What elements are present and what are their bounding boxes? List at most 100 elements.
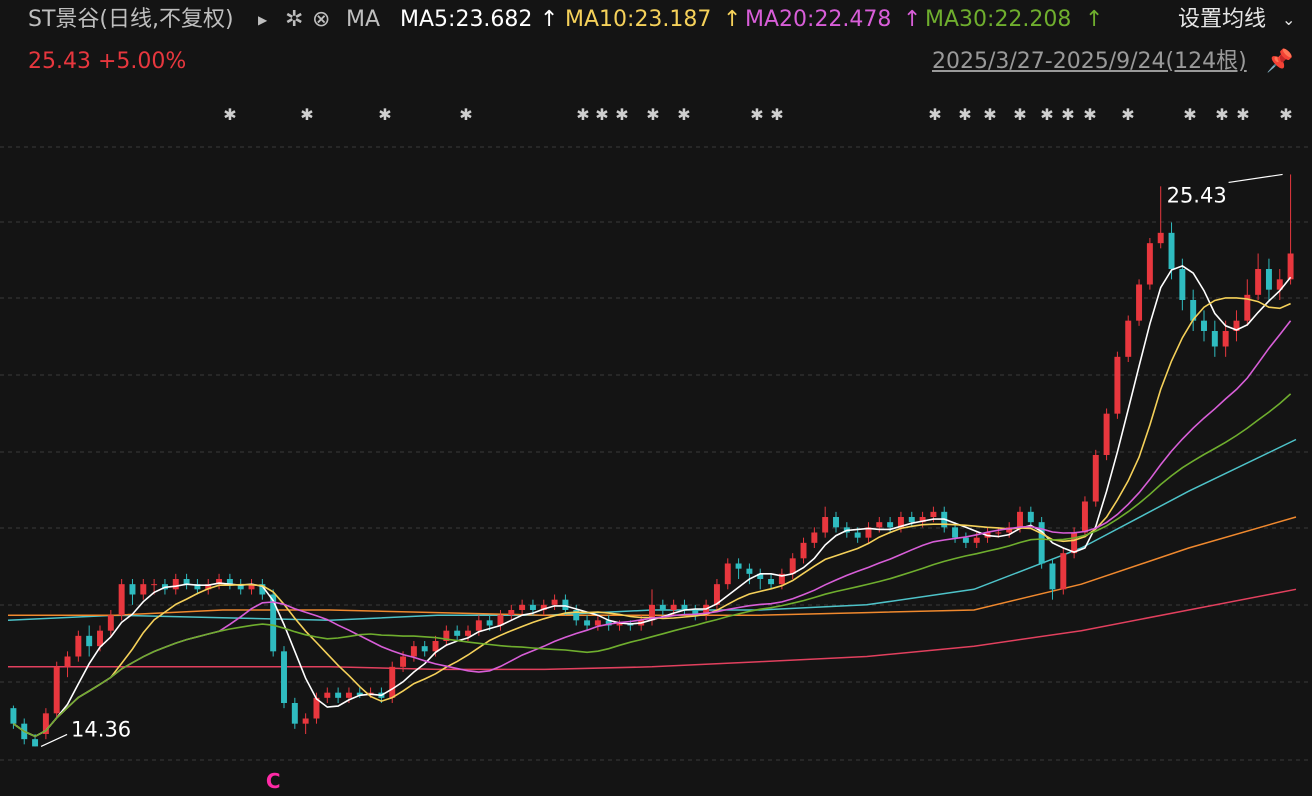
event-marker-icon: ✱ [1121,105,1134,124]
candle-body [53,666,60,714]
event-marker-icon: ✱ [958,105,971,124]
min-arrow [40,733,68,747]
candle-body [822,517,829,533]
event-marker-icon: ✱ [1215,105,1228,124]
candle-body [400,656,407,667]
event-marker-icon: ✱ [223,105,236,124]
candle-body [432,641,439,652]
candles [10,174,1294,747]
long-moving-averages [7,438,1297,671]
candle-body [64,656,71,667]
candle-body [86,635,93,647]
candle-body [1211,331,1218,347]
candle-body [1092,455,1099,502]
candle-body [952,527,959,538]
event-marker-icon: ✱ [646,105,659,124]
candle-body [1179,269,1186,300]
candle-body [324,692,331,698]
candle-body [281,651,287,703]
candle-body [475,620,482,631]
candle-body [1049,563,1056,590]
candle-body [833,517,839,528]
max-arrow [1228,173,1283,184]
event-marker-icon: ✱ [770,105,783,124]
candle-body [1081,501,1088,533]
candle-body [1125,320,1132,357]
candle-body [291,703,298,724]
event-marker-icon: ✱ [300,105,313,124]
candle-body [1287,253,1294,280]
candle-body [908,517,915,523]
event-marker-icon: ✱ [378,105,391,124]
candle-body [1146,243,1153,285]
moving-averages [12,265,1292,738]
candle-body [335,692,342,698]
candle-body [32,739,39,747]
candle-body [486,620,493,626]
candle-body [584,620,591,626]
candle-body [118,584,125,616]
event-marker-icon: ✱ [677,105,690,124]
candle-body [1157,232,1164,244]
event-marker-icon: ✱ [1279,105,1292,124]
candle-body [75,635,82,657]
candle-body [151,584,158,586]
candle-body [811,532,818,543]
candle-body [410,646,417,657]
event-marker-icon: ✱ [928,105,941,124]
candle-body [1255,269,1262,295]
candle-body [800,542,807,559]
event-marker-icon: ✱ [1083,105,1096,124]
candle-body [454,630,461,636]
candle-body [670,604,677,610]
candle-body [887,522,894,528]
candle-body [302,718,309,724]
candle-body [1071,532,1078,554]
candle-body [129,584,136,595]
event-marker-icon: ✱ [1013,105,1026,124]
grid-lines [0,146,1312,761]
candle-body [1017,511,1023,528]
ma30-line [12,393,1292,738]
candlestick-chart[interactable]: ✱ ✱ ✱ ✱ ✱ ✱ ✱ ✱ ✱ ✱ ✱ ✱ ✱ ✱ ✱ ✱ ✱ ✱ ✱ ✱ ✱ ✱ ✱ 25.43 14.36 C [0,0,1312,796]
event-marker-icon: ✱ [615,105,628,124]
max-price-label: 25.43 [1167,183,1227,207]
event-marker-icon: ✱ [576,105,589,124]
candle-body [1114,356,1121,414]
event-marker-icon: ✱ [595,105,608,124]
candle-body [735,563,742,569]
event-marker-c: C [266,769,281,793]
candle-body [562,599,569,610]
candle-body [594,620,601,626]
candle-body [519,604,526,610]
candle-body [421,646,428,652]
event-marker-icon: ✱ [1040,105,1053,124]
candle-body [930,511,937,517]
candle-body [1265,269,1272,290]
candle-body [1201,320,1207,331]
candle-body [529,604,536,610]
candle-body [746,568,753,574]
candle-body [1103,413,1110,455]
ma20-line [12,320,1292,738]
event-marker-icon: ✱ [1061,105,1074,124]
candle-body [97,630,103,647]
candle-body [768,579,775,585]
candle-body [140,584,147,595]
candle-body [508,610,515,616]
candle-body [172,579,179,590]
candle-body [789,558,796,574]
candle-body [854,532,861,538]
candle-body [551,599,558,605]
min-price-label: 14.36 [71,717,131,741]
event-marker-icon: ✱ [1183,105,1196,124]
candle-body [465,630,471,636]
event-marker-icon: ✱ [983,105,996,124]
candle-body [107,615,114,631]
candle-body [1222,331,1229,347]
ma5-line [12,265,1292,738]
candle-body [10,708,17,724]
candle-body [724,563,731,585]
candle-body [973,537,980,543]
candle-body [183,579,190,585]
